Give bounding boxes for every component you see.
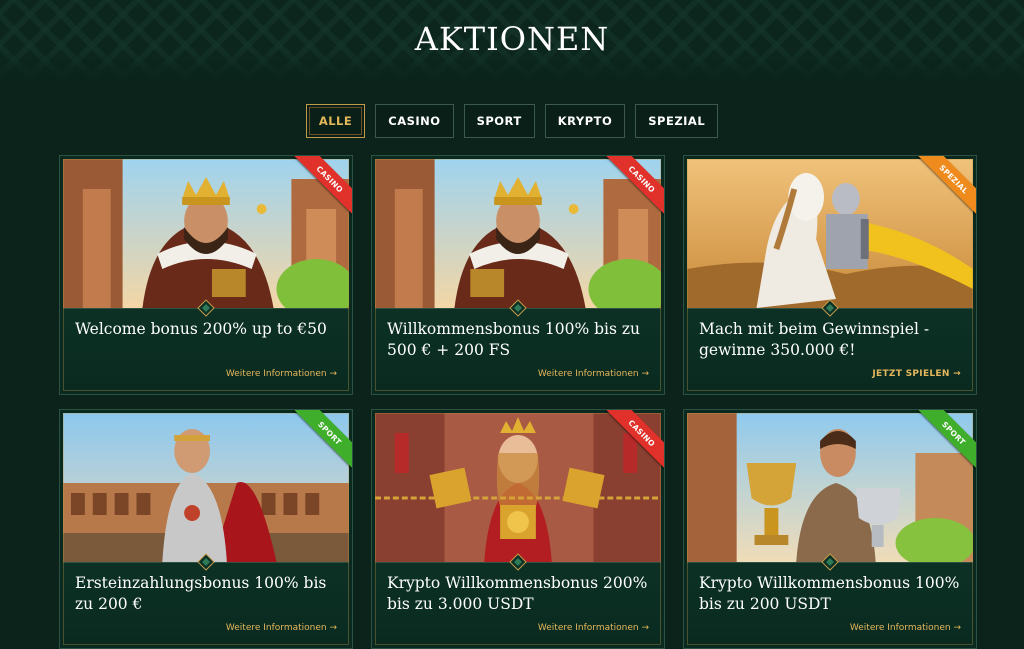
more-info-link[interactable]: Weitere Informationen → [226,623,337,633]
promo-card[interactable]: SPEZIAL Mach mit beim Gewinnspiel - gewi… [683,155,977,395]
promo-image-king [375,159,661,308]
promo-title: Willkommensbonus 100% bis zu 500 € + 200… [387,320,641,359]
gem-divider-icon [509,553,527,571]
promo-card[interactable]: SPORT Ersteinzahlungsbonus 100% bis zu 2… [59,409,353,649]
promo-title: Krypto Willkommensbonus 100% bis zu 200 … [699,574,960,613]
more-info-link[interactable]: Weitere Informationen → [850,623,961,633]
promo-image-crypto-queen [375,413,661,562]
gem-divider-icon [509,299,527,317]
filter-spezial[interactable]: SPEZIAL [635,104,719,138]
promo-image-knight [687,159,973,308]
promo-card[interactable]: SPORT Krypto Willkommensbonus 100% bis z… [683,409,977,649]
promotions-grid: CASINO Welcome bonus 200% up to €50 Weit… [59,155,977,649]
promo-image-trophies [687,413,973,562]
filter-alle[interactable]: ALLE [305,104,366,138]
promo-image-gladiator [63,413,349,562]
play-now-link[interactable]: JETZT SPIELEN → [872,369,961,379]
more-info-link[interactable]: Weitere Informationen → [538,623,649,633]
promo-card[interactable]: CASINO Krypto Willkommensbonus 200% bis … [371,409,665,649]
filter-krypto[interactable]: KRYPTO [544,104,626,138]
gem-divider-icon [821,299,839,317]
gem-divider-icon [821,553,839,571]
page-title: AKTIONEN [414,20,610,58]
promo-title: Welcome bonus 200% up to €50 [75,320,327,338]
promo-title: Ersteinzahlungsbonus 100% bis zu 200 € [75,574,327,613]
promo-title: Krypto Willkommensbonus 200% bis zu 3.00… [387,574,648,613]
gem-divider-icon [197,299,215,317]
promo-title: Mach mit beim Gewinnspiel - gewinne 350.… [699,320,930,359]
gem-divider-icon [197,553,215,571]
filter-sport[interactable]: SPORT [463,104,535,138]
promo-card[interactable]: CASINO Welcome bonus 200% up to €50 Weit… [59,155,353,395]
filter-bar: ALLE CASINO SPORT KRYPTO SPEZIAL [0,104,1024,138]
filter-casino[interactable]: CASINO [375,104,454,138]
more-info-link[interactable]: Weitere Informationen → [538,369,649,379]
promo-card[interactable]: CASINO Willkommensbonus 100% bis zu 500 … [371,155,665,395]
promo-image-king [63,159,349,308]
more-info-link[interactable]: Weitere Informationen → [226,369,337,379]
